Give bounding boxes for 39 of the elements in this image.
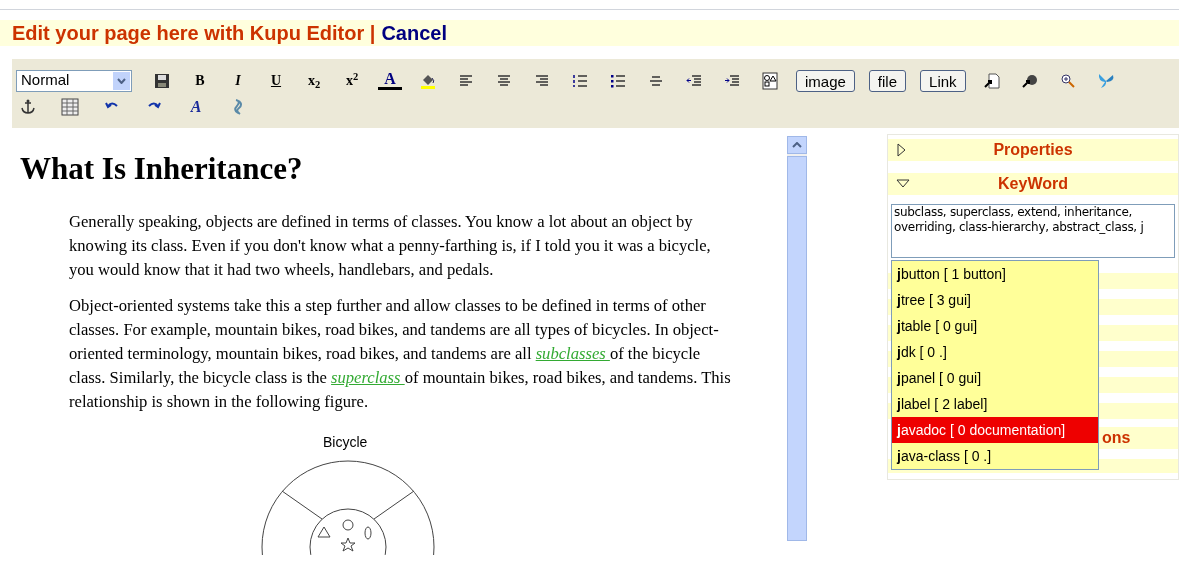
suggestion-item[interactable]: jbutton [ 1 button] — [892, 261, 1098, 287]
save-icon[interactable] — [153, 71, 171, 90]
document-arrow-icon[interactable] — [982, 71, 1001, 90]
link-button[interactable]: file — [868, 69, 907, 92]
figure-caption: Bicycle — [323, 432, 368, 452]
keyword-field[interactable]: subclass, superclass, extend, inheritance, overriding, class-hierarchy, abstract_class, j — [891, 204, 1175, 258]
underline-icon[interactable]: U — [264, 70, 288, 91]
page-title: Edit your page here with Kupu Editor | — [12, 21, 376, 46]
table-icon[interactable] — [61, 97, 79, 116]
cancel-link[interactable]: Cancel — [381, 18, 447, 48]
bold-icon[interactable]: B — [188, 70, 212, 91]
anchor-icon[interactable] — [19, 97, 37, 116]
superscript-icon[interactable]: x$^{2}$ — [340, 70, 364, 91]
shapes-icon[interactable] — [761, 71, 779, 90]
expanded-triangle-icon[interactable] — [896, 177, 910, 189]
spellcheck-icon[interactable]: A — [184, 94, 208, 119]
suggestion-item[interactable]: jtable [ 0 gui] — [892, 313, 1098, 339]
subscript-icon[interactable]: x$_{2}$ — [302, 70, 326, 91]
style-dropdown[interactable]: Normal — [16, 69, 132, 92]
panel-header[interactable]: Properties — [888, 139, 1178, 161]
suggestion-item[interactable]: jpanel [ 0 gui] — [892, 365, 1098, 391]
collapsed-triangle-icon[interactable] — [896, 143, 906, 157]
suggestion-item[interactable]: jtree [ 3 gui] — [892, 287, 1098, 313]
paragraph: Object-oriented systems take this a step further and allow classes to be defined in terms of other classes. For example, mountain bikes, road bikes, and tandems are all types of bicycles. In object-oriented terminology, mountain bikes, road bikes, and tandems are all subclasses of the bicycle class. Similarly, the bicycle class is the superclass of mountain bikes, road bikes, and tandems. This relationship is shown in the following figure. — [69, 294, 732, 413]
suggestion-item[interactable]: jdk [ 0 .] — [892, 339, 1098, 365]
article-heading: What Is Inheritance? — [20, 150, 304, 188]
zoom-icon[interactable] — [1058, 71, 1077, 90]
italic-icon[interactable]: I — [226, 70, 250, 91]
panel-header[interactable]: KeyWord — [888, 173, 1178, 195]
suggestion-item[interactable]: java-class [ 0 .] — [892, 443, 1098, 469]
suggestion-item[interactable]: jlabel [ 2 label] — [892, 391, 1098, 417]
paragraph: Generally speaking, objects are defined in terms of classes. You know a lot about an object by knowing its class. Even if you don't know what a penny-farthing is, if I told you it was a bicycle, you would know that it had two wheels, handlebars, and pedals. — [69, 210, 712, 281]
panel-header[interactable]: ons — [1099, 427, 1178, 449]
scroll-up-button[interactable] — [787, 136, 807, 154]
butterfly-icon[interactable] — [1096, 71, 1115, 90]
caret-icon — [117, 77, 126, 84]
link-button[interactable]: Link — [920, 69, 966, 92]
image-button[interactable]: image — [796, 69, 855, 92]
suggestion-item[interactable]: javadoc [ 0 documentation] — [892, 417, 1098, 443]
